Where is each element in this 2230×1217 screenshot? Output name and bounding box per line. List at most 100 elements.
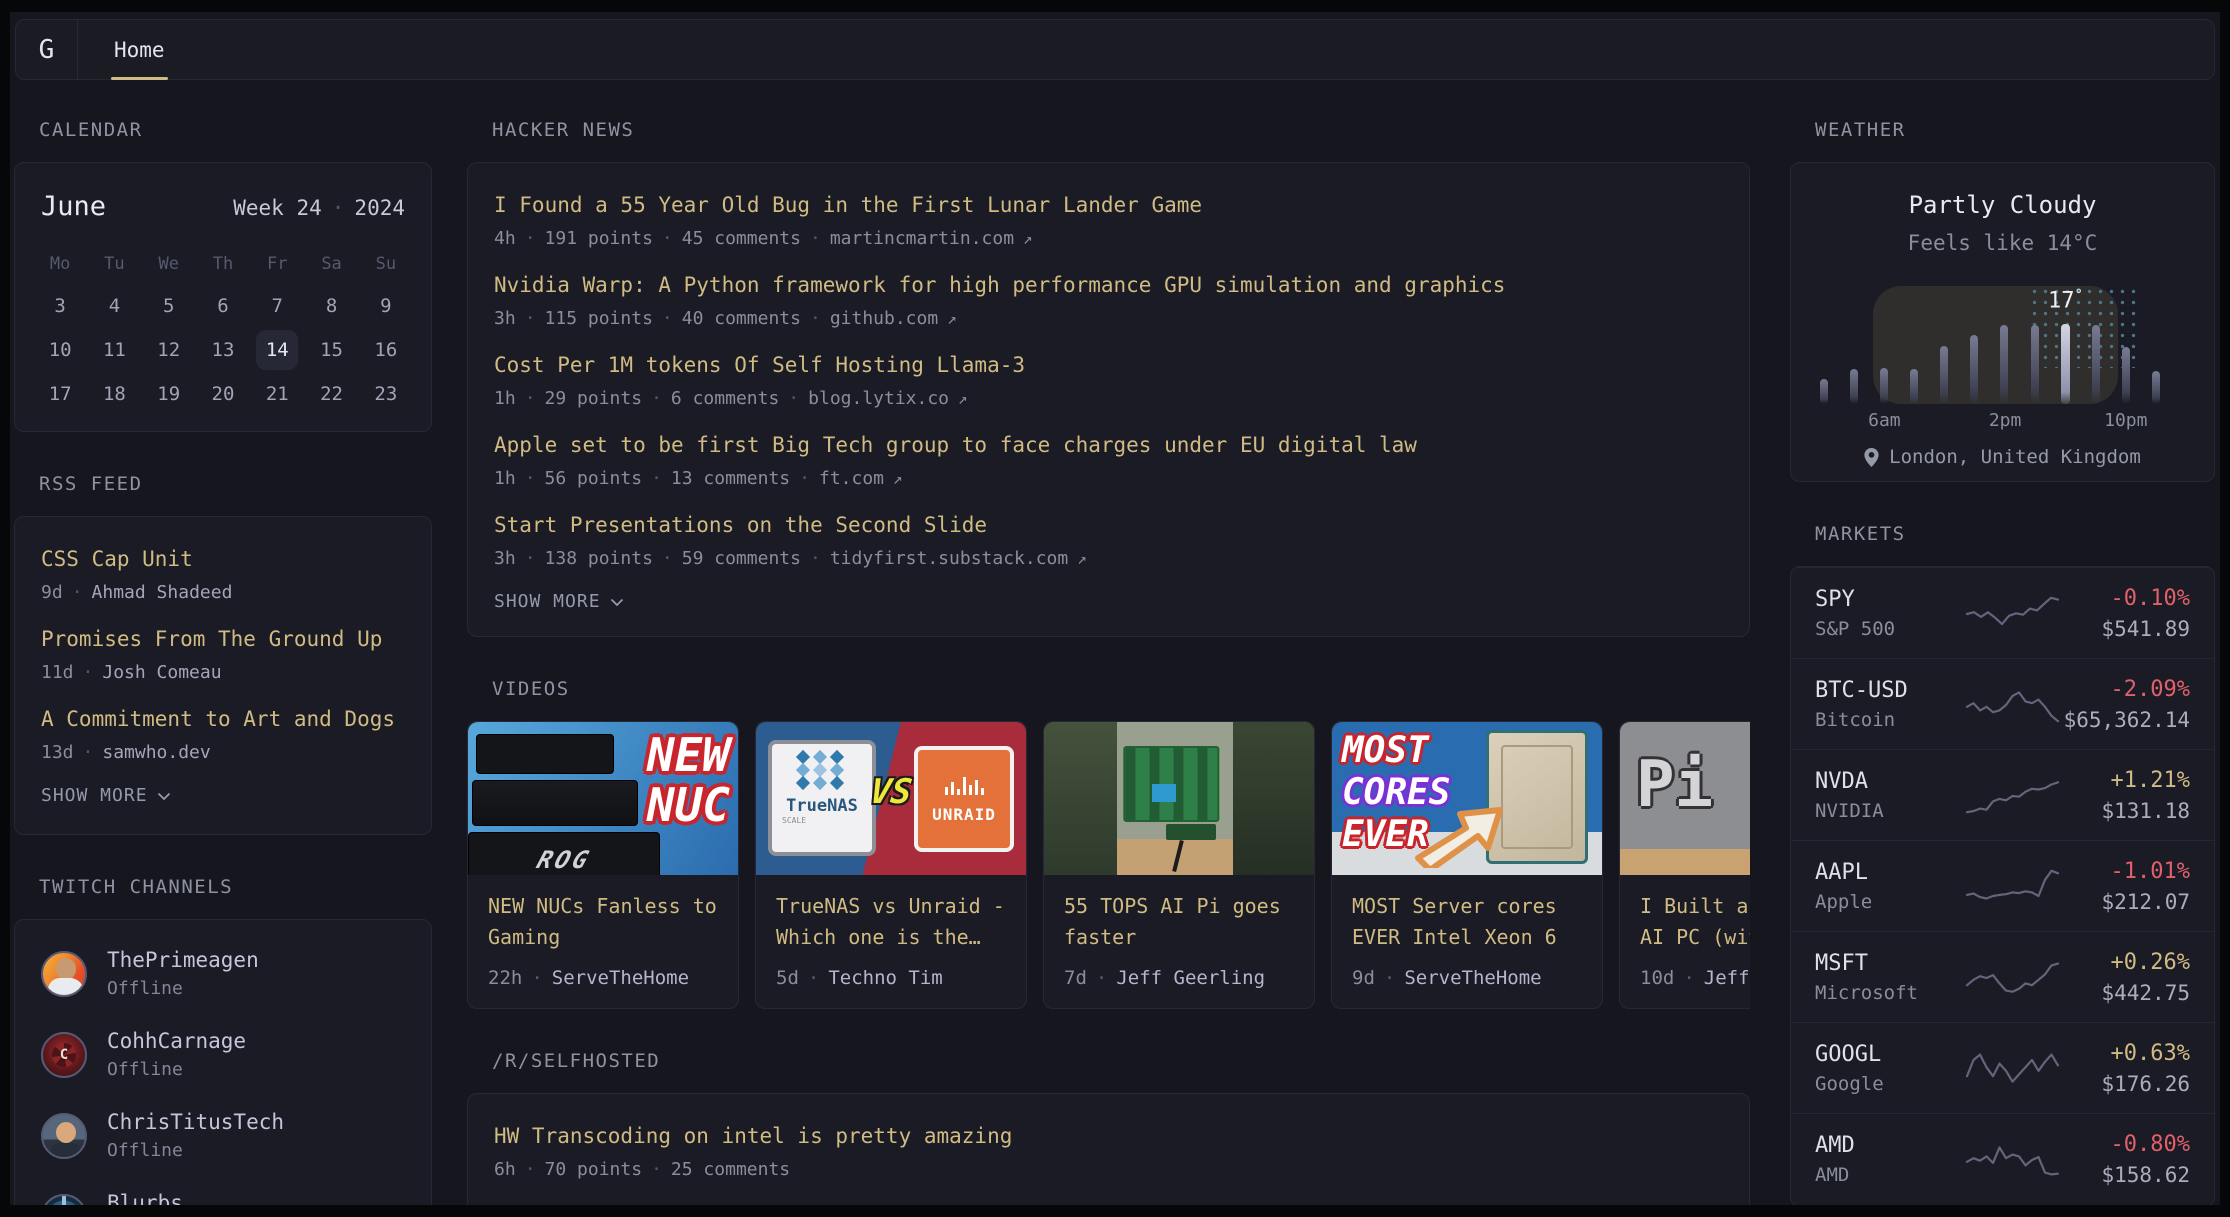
item-comments[interactable]: 40 comments — [682, 307, 801, 331]
channel-status: Offline — [107, 978, 259, 999]
video-channel[interactable]: Techno Tim — [828, 967, 942, 989]
separator-dot: · — [810, 307, 821, 331]
rss-show-more-button[interactable]: SHOW MORE — [41, 785, 405, 806]
video-title[interactable]: I Built a AI PC (wit — [1640, 891, 1750, 953]
chevron-down-icon — [157, 792, 171, 801]
market-identity: GOOGL Google — [1815, 1042, 1965, 1095]
tab-home[interactable]: Home — [111, 20, 168, 79]
hackernews-item-title[interactable]: Apple set to be first Big Tech group to … — [494, 431, 1723, 459]
hackernews-item: I Found a 55 Year Old Bug in the First L… — [494, 191, 1723, 251]
section-header-twitch: TWITCH CHANNELS — [39, 875, 432, 899]
active-tab-underline — [111, 77, 168, 80]
market-row[interactable]: MSFT Microsoft +0.26% $442.75 — [1791, 931, 2214, 1022]
separator-dot: · — [662, 307, 673, 331]
selfhosted-widget: HW Transcoding on intel is pretty amazin… — [467, 1093, 1750, 1205]
market-change: +0.63% — [2060, 1041, 2190, 1066]
rss-item-meta: 9d · Ahmad Shadeed — [41, 581, 405, 605]
market-identity: AMD AMD — [1815, 1133, 1965, 1186]
item-domain[interactable]: tidyfirst.substack.com — [830, 547, 1068, 571]
video-title[interactable]: NEW NUCs Fanless to Gaming — [488, 891, 718, 953]
market-row[interactable]: NVDA NVIDIA +1.21% $131.18 — [1791, 749, 2214, 840]
video-card: 55 TOPS AI Pi goes faster 7d · Jeff Geer… — [1043, 721, 1315, 1009]
rss-item-title[interactable]: CSS Cap Unit — [41, 545, 405, 573]
calendar-widget: June Week 24 · 2024 MoTuWeThFrSaSu345678… — [14, 162, 432, 432]
twitch-channel-row[interactable]: ThePrimeagen Offline — [41, 948, 405, 999]
video-channel[interactable]: ServeTheHome — [552, 967, 689, 989]
market-price: $65,362.14 — [2060, 708, 2190, 732]
market-values: -2.09% $65,362.14 — [2060, 677, 2190, 732]
external-link-icon: ↗ — [1077, 547, 1087, 571]
video-thumbnail[interactable]: ROGNEWNUC — [468, 722, 738, 875]
item-comments[interactable]: 45 comments — [682, 227, 801, 251]
channel-avatar — [41, 951, 87, 997]
market-row[interactable]: GOOGL Google +0.63% $176.26 — [1791, 1022, 2214, 1113]
item-age: 3h — [494, 307, 516, 331]
twitch-channel-row[interactable]: ChrisTitusTech Offline — [41, 1110, 405, 1161]
rss-item-title[interactable]: A Commitment to Art and Dogs — [41, 705, 405, 733]
separator-dot: · — [83, 741, 94, 765]
item-comments[interactable]: 6 comments — [671, 387, 779, 411]
external-link-icon: ↗ — [947, 307, 957, 331]
item-domain[interactable]: martincmartin.com — [830, 227, 1014, 251]
rss-item-meta: 11d · Josh Comeau — [41, 661, 405, 685]
separator-dot: · — [810, 227, 821, 251]
video-channel[interactable]: Jeff Geerling — [1704, 967, 1750, 989]
item-comments[interactable]: 25 comments — [671, 1158, 790, 1182]
market-sparkline — [1965, 954, 2060, 1000]
market-price: $176.26 — [2060, 1072, 2190, 1096]
channel-info: CohhCarnage Offline — [107, 1029, 246, 1080]
video-title[interactable]: TrueNAS vs Unraid - Which one is the… — [776, 891, 1006, 953]
video-channel[interactable]: ServeTheHome — [1404, 967, 1541, 989]
hackernews-show-more-button[interactable]: SHOW MORE — [494, 591, 1723, 612]
market-row[interactable]: SPY S&P 500 -0.10% $541.89 — [1791, 567, 2214, 658]
video-meta: 7d · Jeff Geerling — [1064, 967, 1294, 989]
calendar-section: CALENDAR June Week 24 · 2024 MoTuWeThFrS… — [14, 118, 432, 432]
rss-item-title[interactable]: Promises From The Ground Up — [41, 625, 405, 653]
item-comments[interactable]: 59 comments — [682, 547, 801, 571]
tab-home-label: Home — [114, 38, 165, 62]
video-age: 9d — [1352, 967, 1375, 989]
video-thumbnail[interactable]: TrueNASSCALEVSUNRAID — [756, 722, 1026, 875]
item-domain[interactable]: github.com — [830, 307, 938, 331]
video-thumbnail[interactable] — [1044, 722, 1314, 875]
hackernews-item-title[interactable]: Cost Per 1M tokens Of Self Hosting Llama… — [494, 351, 1723, 379]
hackernews-item-title[interactable]: Start Presentations on the Second Slide — [494, 511, 1723, 539]
video-thumbnail[interactable]: MOSTCORESEVER — [1332, 722, 1602, 875]
separator-dot: · — [72, 581, 83, 605]
item-points: 56 points — [545, 467, 643, 491]
market-name: S&P 500 — [1815, 618, 1965, 640]
item-comments[interactable]: 13 comments — [671, 467, 790, 491]
app-logo[interactable]: G — [16, 20, 78, 79]
reddit-item-title[interactable]: HW Transcoding on intel is pretty amazin… — [494, 1122, 1723, 1150]
video-age: 22h — [488, 967, 522, 989]
item-domain[interactable]: blog.lytix.co — [808, 387, 949, 411]
dashboard-screen: G Home CALENDAR June Week 24 · — [0, 0, 2230, 1217]
hackernews-item-title[interactable]: Nvidia Warp: A Python framework for high… — [494, 271, 1723, 299]
channel-name: Blurbs — [107, 1191, 183, 1205]
market-row[interactable]: AAPL Apple -1.01% $212.07 — [1791, 840, 2214, 931]
hackernews-item: Apple set to be first Big Tech group to … — [494, 431, 1723, 491]
market-price: $442.75 — [2060, 981, 2190, 1005]
video-card: Pi I Built a AI PC (wit 10d · Jeff Geerl… — [1619, 721, 1750, 1009]
market-sparkline — [1965, 772, 2060, 818]
separator-dot: · — [1683, 967, 1694, 989]
video-title[interactable]: MOST Server cores EVER Intel Xeon 6 — [1352, 891, 1582, 953]
video-title[interactable]: 55 TOPS AI Pi goes faster — [1064, 891, 1294, 953]
hackernews-item-title[interactable]: I Found a 55 Year Old Bug in the First L… — [494, 191, 1723, 219]
separator-dot: · — [531, 967, 542, 989]
item-domain[interactable]: ft.com — [819, 467, 884, 491]
market-row[interactable]: AMD AMD -0.80% $158.62 — [1791, 1113, 2214, 1204]
twitch-channel-row[interactable]: B Blurbs Offline — [41, 1191, 405, 1205]
topbar: G Home — [15, 19, 2215, 80]
rss-item-age: 13d — [41, 741, 74, 765]
video-channel[interactable]: Jeff Geerling — [1116, 967, 1265, 989]
video-thumbnail[interactable]: Pi — [1620, 722, 1750, 875]
market-row[interactable]: BTC-USD Bitcoin -2.09% $65,362.14 — [1791, 658, 2214, 749]
location-pin-icon — [1864, 448, 1879, 467]
market-identity: NVDA NVIDIA — [1815, 769, 1965, 822]
rss-widget: CSS Cap Unit 9d · Ahmad Shadeed Promises… — [14, 516, 432, 835]
item-age: 6h — [494, 1158, 516, 1182]
twitch-channel-row[interactable]: C CohhCarnage Offline — [41, 1029, 405, 1080]
page: G Home CALENDAR June Week 24 · — [10, 12, 2220, 1205]
separator-dot: · — [525, 547, 536, 571]
